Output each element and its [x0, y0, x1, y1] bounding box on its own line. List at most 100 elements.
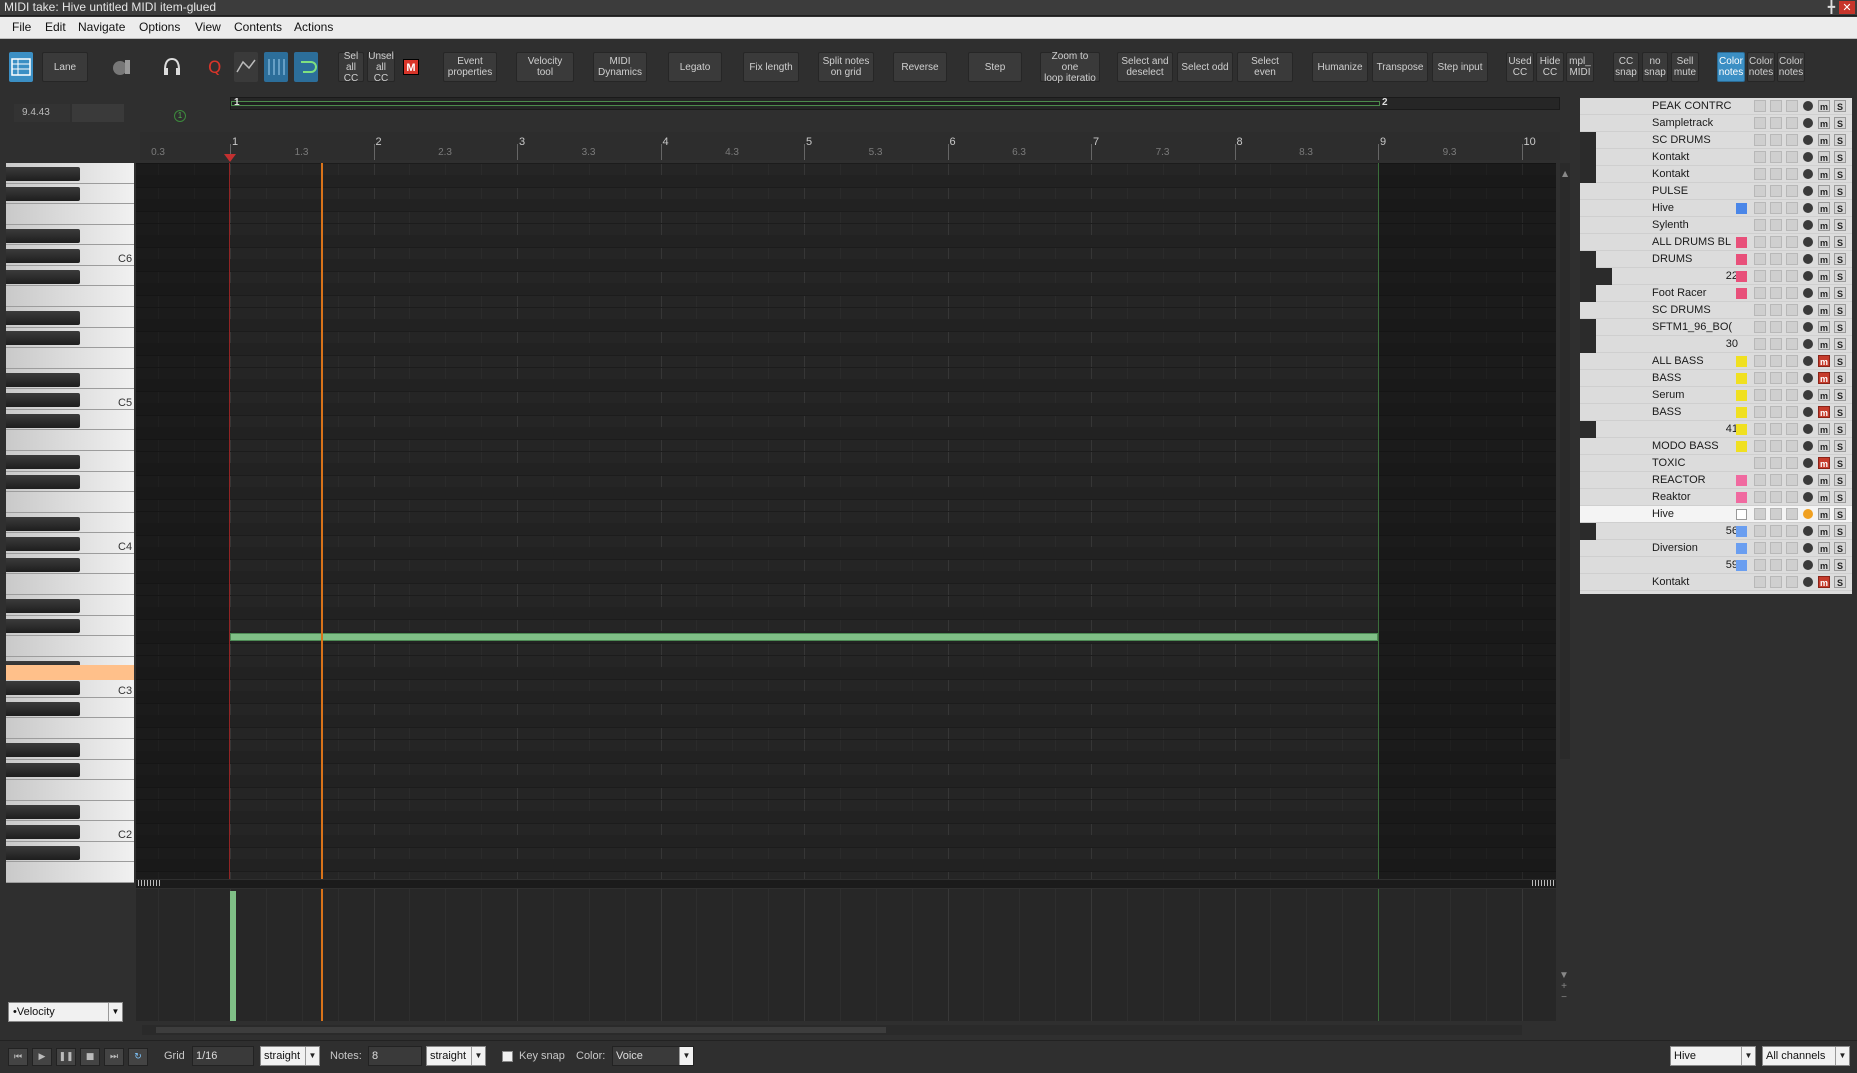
used-cc-button[interactable]: Used CC	[1506, 52, 1534, 82]
track-record-arm-icon[interactable]	[1803, 305, 1813, 315]
no-snap-button[interactable]: no snap	[1642, 52, 1668, 82]
piano-black-key[interactable]	[6, 598, 80, 613]
track-record-arm-icon[interactable]	[1803, 560, 1813, 570]
humanize-button[interactable]: Humanize	[1312, 52, 1368, 82]
track-visibility-icon[interactable]	[1786, 253, 1798, 265]
midi-note[interactable]	[230, 633, 1378, 641]
track-mute-button[interactable]: m	[1818, 474, 1830, 486]
track-visibility-icon[interactable]	[1786, 202, 1798, 214]
reverse-button[interactable]: Reverse	[893, 52, 947, 82]
vertical-scrollbar[interactable]: ▲	[1560, 163, 1570, 759]
track-record-arm-icon[interactable]	[1803, 237, 1813, 247]
track-envelope-icon[interactable]	[1754, 185, 1766, 197]
track-record-arm-icon[interactable]	[1803, 220, 1813, 230]
track-visibility-icon[interactable]	[1786, 542, 1798, 554]
track-mute-button[interactable]: m	[1818, 338, 1830, 350]
track-visibility-icon[interactable]	[1786, 168, 1798, 180]
track-envelope-icon[interactable]	[1754, 474, 1766, 486]
track-envelope-icon[interactable]	[1754, 321, 1766, 333]
color-select[interactable]: Voice ▼	[612, 1046, 694, 1066]
notes-mode-select[interactable]: straight ▼	[426, 1046, 486, 1066]
divider-grip-left[interactable]	[138, 880, 160, 886]
track-mute-button[interactable]: m	[1818, 406, 1830, 418]
track-lock-icon[interactable]	[1770, 423, 1782, 435]
track-envelope-icon[interactable]	[1754, 287, 1766, 299]
track-lock-icon[interactable]	[1770, 559, 1782, 571]
unsel-all-cc-button[interactable]: Unsel all CC	[367, 51, 395, 84]
track-row[interactable]: Kontakt m S	[1580, 149, 1852, 166]
track-visibility-icon[interactable]	[1786, 151, 1798, 163]
track-envelope-icon[interactable]	[1754, 236, 1766, 248]
track-solo-button[interactable]: S	[1834, 236, 1846, 248]
track-row[interactable]: 22 m S	[1580, 268, 1852, 285]
split-notes-button[interactable]: Split notes on grid	[818, 52, 874, 82]
track-mute-button[interactable]: m	[1818, 355, 1830, 367]
piano-black-key[interactable]	[6, 619, 80, 634]
track-lock-icon[interactable]	[1770, 508, 1782, 520]
quantize-icon[interactable]: Q	[203, 52, 227, 82]
track-solo-button[interactable]: S	[1834, 304, 1846, 316]
headphones-icon[interactable]	[160, 52, 184, 82]
track-envelope-icon[interactable]	[1754, 100, 1766, 112]
track-envelope-icon[interactable]	[1754, 423, 1766, 435]
notes-select[interactable]: 8	[368, 1046, 422, 1066]
track-solo-button[interactable]: S	[1834, 253, 1846, 265]
track-record-arm-icon[interactable]	[1803, 339, 1813, 349]
cc-lane[interactable]	[136, 889, 1556, 1021]
track-record-arm-icon[interactable]	[1803, 152, 1813, 162]
menu-file[interactable]: File	[12, 20, 31, 34]
track-envelope-icon[interactable]	[1754, 151, 1766, 163]
track-visibility-icon[interactable]	[1786, 389, 1798, 401]
transpose-button[interactable]: Transpose	[1372, 52, 1428, 82]
track-envelope-icon[interactable]	[1754, 491, 1766, 503]
track-mute-button[interactable]: m	[1818, 117, 1830, 129]
track-lock-icon[interactable]	[1770, 372, 1782, 384]
track-solo-button[interactable]: S	[1834, 508, 1846, 520]
track-lock-icon[interactable]	[1770, 474, 1782, 486]
track-solo-button[interactable]: S	[1834, 542, 1846, 554]
track-lock-icon[interactable]	[1770, 542, 1782, 554]
track-row[interactable]: SFTM1_96_BO(m S	[1580, 319, 1852, 336]
track-visibility-icon[interactable]	[1786, 457, 1798, 469]
track-lock-icon[interactable]	[1770, 202, 1782, 214]
piano-black-key[interactable]	[6, 537, 80, 551]
track-mute-button[interactable]: m	[1818, 236, 1830, 248]
track-mute-button[interactable]: m	[1818, 100, 1830, 112]
hide-cc-button[interactable]: Hide CC	[1536, 52, 1564, 82]
track-visibility-icon[interactable]	[1786, 559, 1798, 571]
track-record-arm-icon[interactable]	[1803, 407, 1813, 417]
menu-contents[interactable]: Contents	[234, 20, 282, 34]
track-row[interactable]: Sylenth m S	[1580, 217, 1852, 234]
piano-white-key[interactable]	[6, 348, 134, 369]
track-lock-icon[interactable]	[1770, 117, 1782, 129]
track-solo-button[interactable]: S	[1834, 372, 1846, 384]
track-envelope-icon[interactable]	[1754, 270, 1766, 282]
select-deselect-button[interactable]: Select and deselect	[1117, 52, 1173, 82]
piano-black-key[interactable]	[6, 249, 80, 263]
track-solo-button[interactable]: S	[1834, 134, 1846, 146]
track-row[interactable]: TOXIC m S	[1580, 455, 1852, 472]
note-grid[interactable]	[136, 163, 1556, 879]
loop-icon[interactable]	[294, 52, 318, 82]
track-lock-icon[interactable]	[1770, 389, 1782, 401]
piano-black-key[interactable]	[6, 846, 80, 861]
track-row[interactable]: Kontakt m S	[1580, 574, 1852, 591]
track-envelope-icon[interactable]	[1754, 440, 1766, 452]
track-lock-icon[interactable]	[1770, 338, 1782, 350]
track-row[interactable]: PEAK CONTRC m S	[1580, 98, 1852, 115]
track-visibility-icon[interactable]	[1786, 508, 1798, 520]
track-visibility-icon[interactable]	[1786, 304, 1798, 316]
track-record-arm-icon[interactable]	[1803, 186, 1813, 196]
track-lock-icon[interactable]	[1770, 491, 1782, 503]
track-lock-icon[interactable]	[1770, 525, 1782, 537]
track-envelope-icon[interactable]	[1754, 202, 1766, 214]
track-record-arm-icon[interactable]	[1803, 118, 1813, 128]
scroll-down-icon[interactable]: ▼	[1558, 970, 1570, 981]
track-solo-button[interactable]: S	[1834, 185, 1846, 197]
track-envelope-icon[interactable]	[1754, 304, 1766, 316]
track-lock-icon[interactable]	[1770, 355, 1782, 367]
track-record-arm-icon[interactable]	[1803, 492, 1813, 502]
track-envelope-icon[interactable]	[1754, 134, 1766, 146]
track-lock-icon[interactable]	[1770, 134, 1782, 146]
track-row[interactable]: SC DRUMS m S	[1580, 132, 1852, 149]
